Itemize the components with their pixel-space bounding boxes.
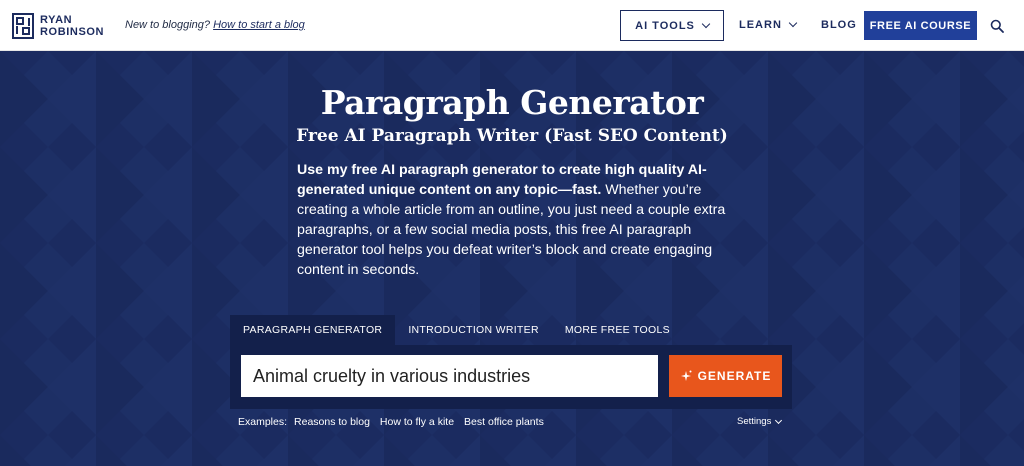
examples-row: Examples: Reasons to blog How to fly a k…: [238, 416, 544, 428]
generate-label: GENERATE: [697, 369, 772, 383]
tagline-prefix: New to blogging?: [125, 19, 211, 31]
topic-input[interactable]: Animal cruelty in various industries: [241, 355, 658, 397]
example-link[interactable]: Reasons to blog: [294, 416, 370, 428]
nav-blog[interactable]: BLOG: [821, 19, 857, 31]
examples-label: Examples:: [238, 416, 288, 428]
nav-ai-tools[interactable]: AI TOOLS: [620, 10, 724, 41]
tool-tabs: PARAGRAPH GENERATOR INTRODUCTION WRITER …: [230, 315, 683, 345]
start-blog-link[interactable]: How to start a blog: [213, 19, 305, 31]
tab-more-free-tools[interactable]: MORE FREE TOOLS: [552, 315, 683, 345]
settings-label: Settings: [737, 416, 772, 427]
tab-paragraph-generator[interactable]: PARAGRAPH GENERATOR: [230, 315, 396, 345]
nav-learn[interactable]: LEARN: [739, 18, 798, 31]
example-link[interactable]: How to fly a kite: [380, 416, 454, 428]
chevron-down-icon: [701, 19, 711, 28]
chevron-down-icon: [788, 18, 798, 28]
search-icon[interactable]: [990, 19, 1004, 33]
page-title: Paragraph Generator: [320, 83, 704, 122]
page-subtitle: Free AI Paragraph Writer (Fast SEO Conte…: [296, 126, 728, 146]
tab-introduction-writer[interactable]: INTRODUCTION WRITER: [395, 315, 552, 345]
nav-ai-tools-label: AI TOOLS: [635, 19, 695, 32]
logo-line-1: RYAN: [40, 14, 73, 26]
header-tagline: New to blogging? How to start a blog: [125, 19, 305, 31]
settings-toggle[interactable]: Settings: [737, 416, 783, 427]
logo-line-2: ROBINSON: [40, 26, 105, 38]
logo-text: RYAN ROBINSON: [40, 14, 104, 38]
example-link[interactable]: Best office plants: [464, 416, 544, 428]
site-header: RYAN ROBINSON New to blogging? How to st…: [0, 0, 1024, 51]
site-logo[interactable]: RYAN ROBINSON: [12, 11, 112, 41]
generate-button[interactable]: GENERATE: [669, 355, 782, 397]
logo-mark-icon: [12, 13, 34, 39]
nav-learn-label: LEARN: [739, 19, 782, 31]
free-ai-course-button[interactable]: FREE AI COURSE: [864, 11, 977, 40]
chevron-down-icon: [775, 416, 783, 424]
intro-paragraph: Use my free AI paragraph generator to cr…: [297, 160, 729, 280]
sparkle-icon: [680, 370, 692, 381]
